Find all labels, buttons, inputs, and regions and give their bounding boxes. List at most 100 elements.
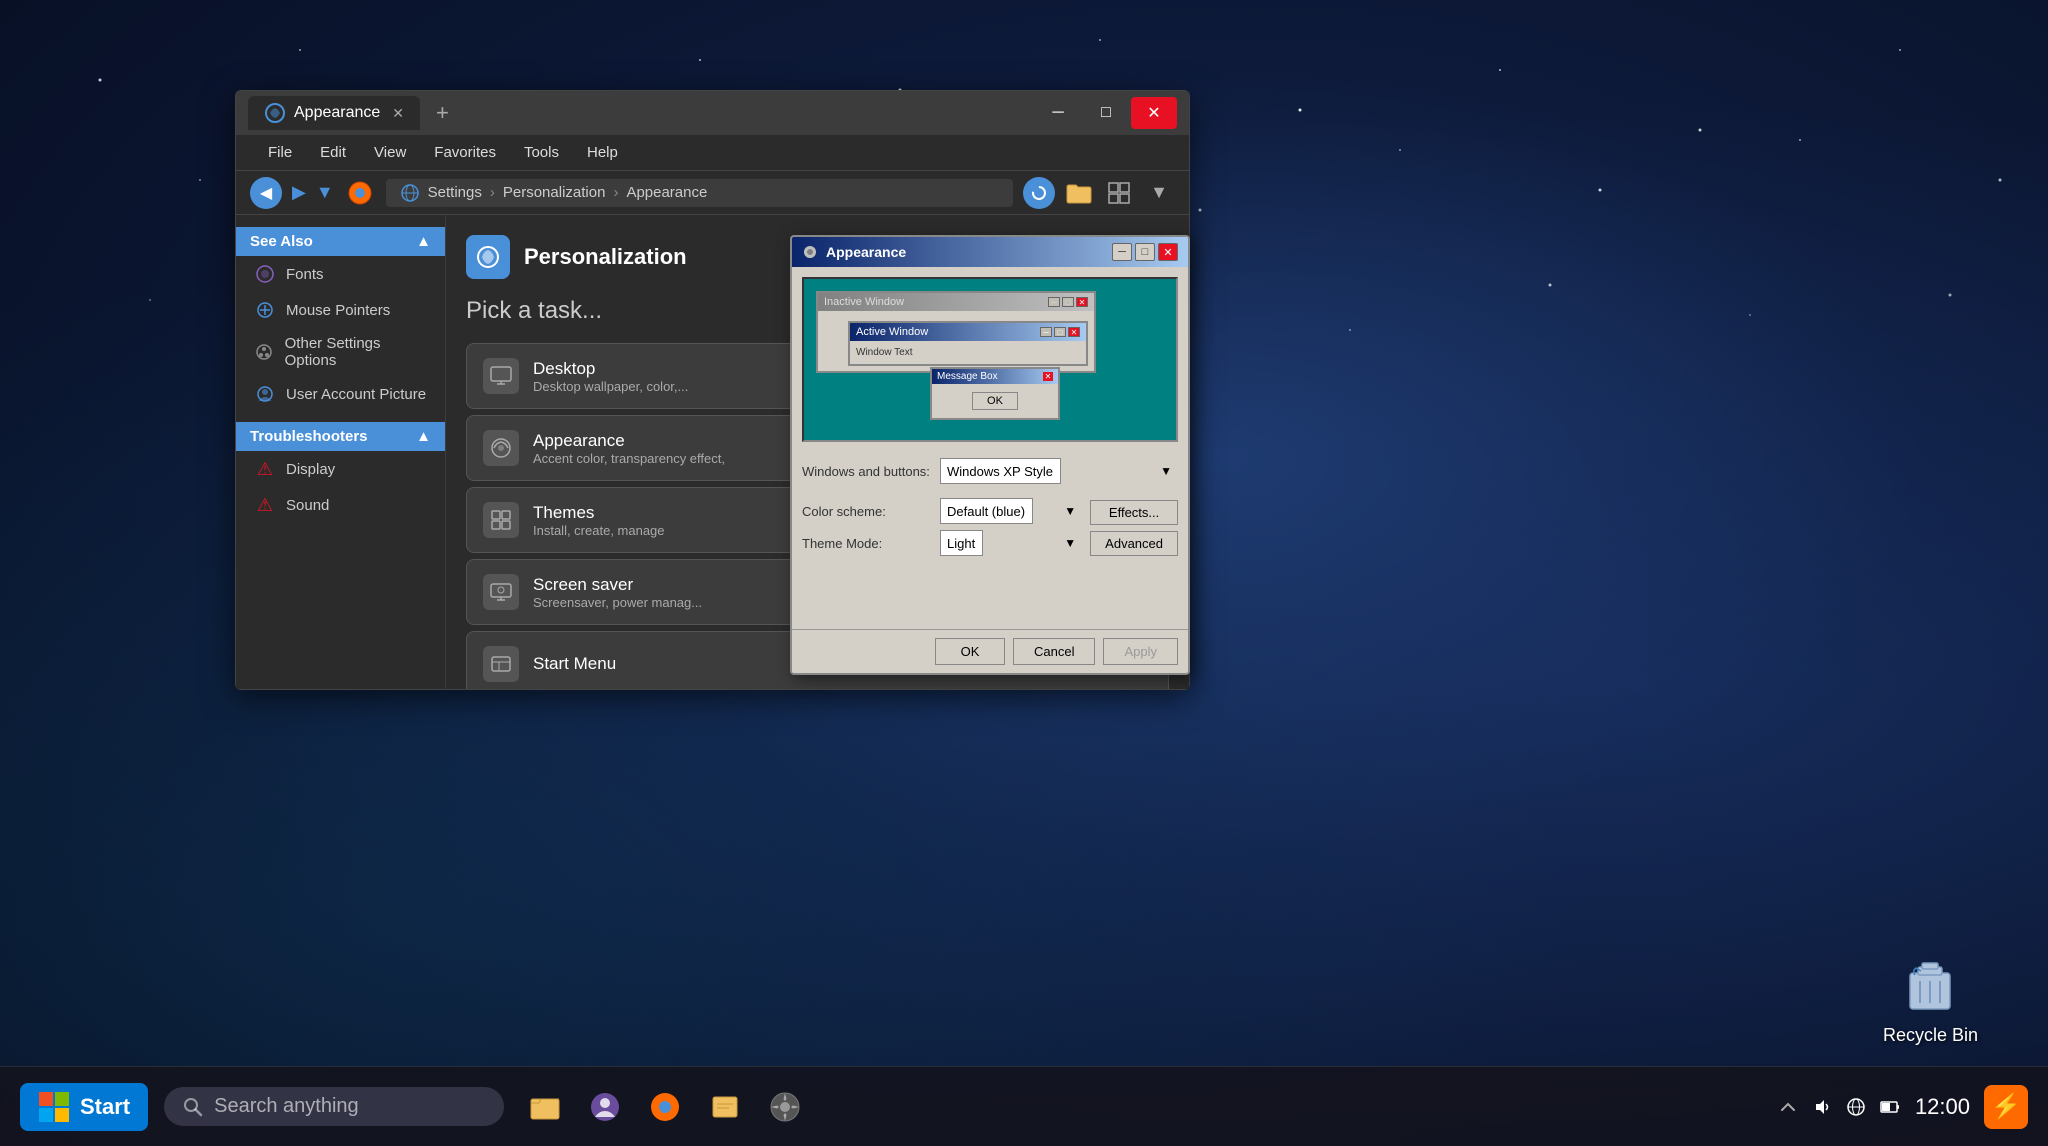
folder-icon-btn[interactable] [1063,177,1095,209]
dialog-minimize-btn[interactable]: ─ [1112,243,1132,261]
troubleshooters-header[interactable]: Troubleshooters ▲ [236,422,445,451]
dialog-title-text: Appearance [826,244,1104,260]
taskbar-file-explorer[interactable] [524,1086,566,1128]
inactive-close-btn: ✕ [1076,297,1088,307]
appearance-task-icon [483,430,519,466]
active-close-btn: ✕ [1068,327,1080,337]
cancel-button[interactable]: Cancel [1013,638,1095,665]
address-globe-icon [400,183,420,203]
mouse-pointers-icon [254,299,276,321]
maximize-button[interactable]: □ [1083,97,1129,129]
color-scheme-select-wrapper: Default (blue) ▼ [940,498,1082,524]
ok-button[interactable]: OK [935,638,1005,665]
preview-active-title: Active Window ─ □ ✕ [850,323,1086,341]
files-icon [707,1089,743,1125]
color-scheme-col: Color scheme: Default (blue) ▼ Theme Mod… [802,498,1082,562]
select-arrow-2: ▼ [1064,504,1076,518]
themes-task-icon [483,502,519,538]
title-bar: Appearance ✕ + ─ □ ✕ [236,91,1189,135]
dialog-actions: OK Cancel Apply [792,629,1188,673]
fonts-label: Fonts [286,266,324,283]
effects-button[interactable]: Effects... [1090,500,1178,525]
dialog-close-btn[interactable]: ✕ [1158,243,1178,261]
sidebar-item-fonts[interactable]: Fonts [236,256,445,292]
search-bar[interactable]: Search anything [164,1087,504,1126]
forward-button[interactable]: ▶ [292,182,306,203]
taskbar-app-1[interactable] [584,1086,626,1128]
menu-help[interactable]: Help [575,140,630,165]
sidebar-item-display[interactable]: ⚠ Display [236,451,445,487]
settings-icon [767,1089,803,1125]
see-also-header[interactable]: See Also ▲ [236,227,445,256]
dialog-maximize-btn[interactable]: □ [1135,243,1155,261]
volume-icon[interactable] [1811,1096,1833,1118]
theme-mode-select[interactable]: Light Dark [940,530,983,556]
menu-edit[interactable]: Edit [308,140,358,165]
theme-mode-row: Theme Mode: Light Dark ▼ [802,530,1082,556]
dropdown-button[interactable]: ▼ [316,182,334,203]
other-settings-icon [254,341,275,363]
window-text-label: Window Text [856,347,913,358]
sidebar-item-sound[interactable]: ⚠ Sound [236,487,445,523]
minimize-button[interactable]: ─ [1035,97,1081,129]
advanced-button[interactable]: Advanced [1090,531,1178,556]
preview-area: Inactive Window ─ □ ✕ Active Window ─ [802,277,1178,442]
preview-inactive-label: Inactive Window [824,296,904,308]
dialog-title-bar: Appearance ─ □ ✕ [792,237,1188,267]
back-button[interactable]: ◀ [250,177,282,209]
inactive-max-btn: □ [1062,297,1074,307]
new-tab-button[interactable]: + [428,100,457,126]
file-explorer-icon [527,1089,563,1125]
sidebar-item-mouse-pointers[interactable]: Mouse Pointers [236,292,445,328]
preview-inactive-title: Inactive Window ─ □ ✕ [818,293,1094,311]
msg-title-label: Message Box [937,371,998,382]
tab-close-icon[interactable]: ✕ [392,105,404,122]
troubleshooters-collapse-icon: ▲ [416,428,431,445]
fonts-icon [254,263,276,285]
recycle-bin[interactable]: Recycle Bin [1883,949,1978,1046]
mouse-pointers-label: Mouse Pointers [286,302,390,319]
search-placeholder: Search anything [214,1095,359,1118]
menu-favorites[interactable]: Favorites [422,140,508,165]
preview-ok-btn[interactable]: OK [972,392,1018,410]
preview-active-window: Active Window ─ □ ✕ Window Text [848,321,1088,366]
close-button[interactable]: ✕ [1131,97,1177,129]
browser-icon [344,177,376,209]
user-account-icon [254,383,276,405]
explorer-tab[interactable]: Appearance ✕ [248,96,420,130]
globe-icon[interactable] [1845,1096,1867,1118]
search-icon [182,1096,204,1118]
menu-view[interactable]: View [362,140,418,165]
taskbar-browser[interactable] [644,1086,686,1128]
taskbar-files[interactable] [704,1086,746,1128]
preview-message-box: Message Box ✕ OK [930,367,1060,420]
grid-dropdown[interactable]: ▼ [1143,177,1175,209]
menu-file[interactable]: File [256,140,304,165]
path-segment-appearance: Appearance [626,184,707,201]
troubleshooters-label: Troubleshooters [250,428,368,445]
address-path[interactable]: Settings › Personalization › Appearance [386,179,1013,207]
taskbar-settings[interactable] [764,1086,806,1128]
select-arrow-3: ▼ [1064,536,1076,550]
refresh-button[interactable] [1023,177,1055,209]
sidebar-item-other-settings[interactable]: Other Settings Options [236,328,445,376]
tab-appearance-icon [264,102,286,124]
menu-tools[interactable]: Tools [512,140,571,165]
panel-title: Personalization [524,244,687,270]
sound-trouble-icon: ⚠ [254,494,276,516]
display-label: Display [286,461,335,478]
windows-buttons-select[interactable]: Windows XP Style [940,458,1061,484]
theme-mode-select-wrapper: Light Dark ▼ [940,530,1082,556]
chevron-up-icon[interactable] [1777,1096,1799,1118]
start-label: Start [80,1094,130,1120]
start-button[interactable]: Start [20,1083,148,1131]
sidebar-item-user-account-picture[interactable]: User Account Picture [236,376,445,412]
apply-button[interactable]: Apply [1103,638,1178,665]
windows-buttons-select-wrapper: Windows XP Style ▼ [940,458,1178,484]
dialog-content: Inactive Window ─ □ ✕ Active Window ─ [792,267,1188,629]
color-scheme-select[interactable]: Default (blue) [940,498,1033,524]
grid-icon-btn[interactable] [1103,177,1135,209]
taskbar-icons [524,1086,806,1128]
bolt-icon-btn[interactable]: ⚡ [1984,1085,2028,1129]
theme-mode-label: Theme Mode: [802,536,932,551]
